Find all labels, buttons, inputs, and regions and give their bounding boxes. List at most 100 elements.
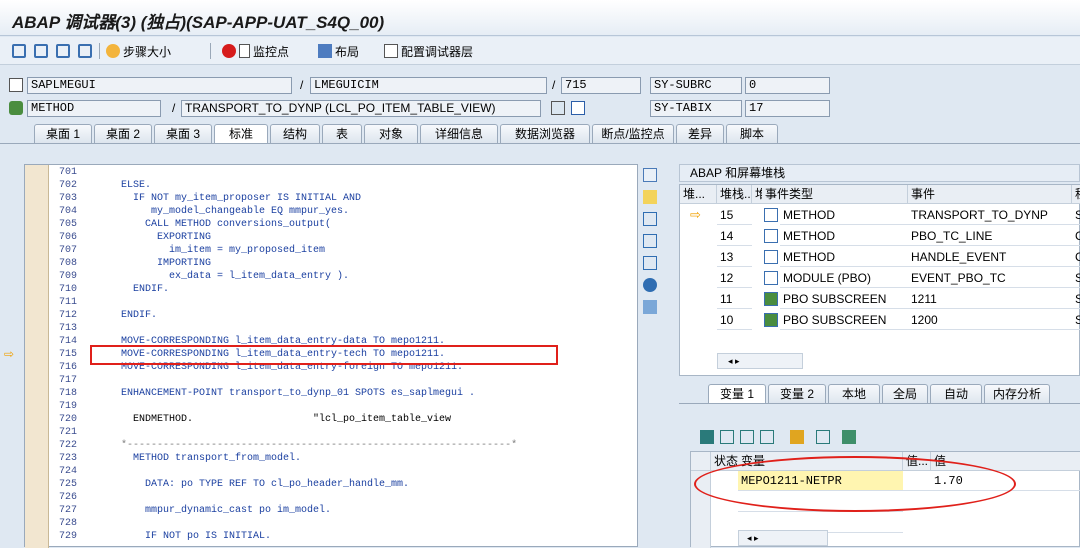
tab-memory-analysis[interactable]: 内存分析: [984, 384, 1050, 404]
continue-button[interactable]: [78, 42, 95, 60]
tool-icon[interactable]: [643, 278, 657, 292]
tool-icon[interactable]: [643, 212, 657, 226]
tab-table[interactable]: 表: [322, 124, 362, 143]
breakpoint-button[interactable]: 监控点: [222, 42, 289, 60]
code-line[interactable]: IF NOT my_item_proposer IS INITIAL AND: [121, 194, 361, 204]
stack-col-header[interactable]: 事件: [908, 185, 1072, 204]
step-into-button[interactable]: [12, 42, 29, 60]
import-icon[interactable]: [740, 430, 754, 444]
tab-local[interactable]: 本地: [828, 384, 880, 404]
code-line[interactable]: IMPORTING: [121, 259, 211, 269]
new-tool-icon[interactable]: [643, 190, 657, 204]
stack-event-cell[interactable]: PBO_TC_LINE: [908, 226, 1072, 246]
stack-program-cell[interactable]: S.: [1072, 310, 1080, 330]
stack-type-cell[interactable]: PBO SUBSCREEN: [780, 310, 908, 330]
highlight-rect: [90, 345, 558, 365]
stack-type-cell[interactable]: METHOD: [780, 205, 908, 225]
stack-event-cell[interactable]: HANDLE_EVENT: [908, 247, 1072, 267]
stack-current-arrow: ⇨: [690, 207, 701, 222]
step-over-button[interactable]: [34, 42, 51, 60]
tab-standard[interactable]: 标准: [214, 124, 268, 144]
step-return-button[interactable]: [56, 42, 73, 60]
stack-col-header[interactable]: 堆...: [680, 185, 717, 204]
stack-type-cell[interactable]: PBO SUBSCREEN: [780, 289, 908, 309]
method-icon: [764, 208, 778, 222]
slash-label: /: [172, 101, 176, 115]
export-icon[interactable]: [816, 430, 830, 444]
code-line[interactable]: my_model_changeable EQ mmpur_yes.: [121, 207, 349, 217]
code-line[interactable]: im_item = my_proposed_item: [121, 246, 325, 256]
stack-program-cell[interactable]: S.: [1072, 268, 1080, 288]
structure-icon[interactable]: [790, 430, 804, 444]
tab-script[interactable]: 脚本: [726, 124, 778, 143]
stack-program-cell[interactable]: S.: [1072, 205, 1080, 225]
tab-diff[interactable]: 差异: [676, 124, 724, 143]
stack-program-cell[interactable]: C: [1072, 247, 1080, 267]
stack-depth-cell[interactable]: 12: [717, 268, 752, 288]
navigate-icon[interactable]: [551, 101, 565, 115]
tab-data-browser[interactable]: 数据浏览器: [500, 124, 590, 143]
tab-desktop-1[interactable]: 桌面 1: [34, 124, 92, 143]
code-line[interactable]: ENDMETHOD. "lcl_po_item_table_view: [121, 415, 451, 425]
editor-gutter[interactable]: [25, 165, 49, 548]
code-line[interactable]: ENDIF.: [121, 311, 157, 321]
tab-details[interactable]: 详细信息: [420, 124, 498, 143]
tab-structure[interactable]: 结构: [270, 124, 320, 143]
stack-depth-cell[interactable]: 10: [717, 310, 752, 330]
stack-type-cell[interactable]: MODULE (PBO): [780, 268, 908, 288]
stack-type-cell[interactable]: METHOD: [780, 226, 908, 246]
code-line[interactable]: ENHANCEMENT-POINT transport_to_dynp_01 S…: [121, 389, 475, 399]
stack-depth-cell[interactable]: 15: [717, 205, 752, 225]
stack-type-cell[interactable]: METHOD: [780, 247, 908, 267]
config-layer-button[interactable]: 配置调试器层: [384, 42, 473, 60]
tab-auto[interactable]: 自动: [930, 384, 982, 404]
close-icon[interactable]: [643, 168, 657, 182]
layout-button[interactable]: 布局: [318, 42, 359, 60]
list-icon[interactable]: [760, 430, 774, 444]
stack-event-cell[interactable]: 1211: [908, 289, 1072, 309]
tab-variables-2[interactable]: 变量 2: [768, 384, 826, 404]
stack-program-cell[interactable]: S.: [1072, 289, 1080, 309]
tab-breakpoints[interactable]: 断点/监控点: [592, 124, 674, 143]
info-icon[interactable]: [571, 101, 585, 115]
stack-col-header[interactable]: 程: [1072, 185, 1080, 204]
code-line[interactable]: mmpur_dynamic_cast po im_model.: [121, 506, 331, 516]
code-line[interactable]: METHOD transport_from_model.: [121, 454, 301, 464]
line-number: 719: [58, 401, 77, 412]
line-number: 728: [58, 518, 77, 529]
stack-event-cell[interactable]: TRANSPORT_TO_DYNP: [908, 205, 1072, 225]
code-line[interactable]: CALL METHOD conversions_output(: [121, 220, 331, 230]
code-line[interactable]: ENDIF.: [121, 285, 169, 295]
slash-label: /: [552, 78, 556, 92]
tool-icon[interactable]: [643, 256, 657, 270]
stack-table[interactable]: 堆... 堆栈... 堆. 事件类型 事件 程 15METHODTRANSPOR…: [679, 184, 1080, 376]
import-icon[interactable]: [720, 430, 734, 444]
tab-variables-1[interactable]: 变量 1: [708, 384, 766, 404]
tool-icon[interactable]: [643, 234, 657, 248]
stack-event-cell[interactable]: EVENT_PBO_TC: [908, 268, 1072, 288]
stack-col-header[interactable]: 事件类型: [762, 185, 908, 204]
tool-icon[interactable]: [643, 300, 657, 314]
delete-icon[interactable]: [700, 430, 714, 444]
tab-desktop-3[interactable]: 桌面 3: [154, 124, 212, 143]
tab-objects[interactable]: 对象: [364, 124, 418, 143]
stack-event-cell[interactable]: 1200: [908, 310, 1072, 330]
desktop-tabs: 桌面 1 桌面 2 桌面 3 标准 结构 表 对象 详细信息 数据浏览器 断点/…: [0, 124, 1080, 144]
stack-hscroll[interactable]: ◂ ▸: [717, 353, 803, 369]
code-line[interactable]: ex_data = l_item_data_entry ).: [121, 272, 349, 282]
step-size-button[interactable]: 步骤大小: [106, 42, 171, 60]
stack-program-cell[interactable]: C: [1072, 226, 1080, 246]
code-line[interactable]: DATA: po TYPE REF TO cl_po_header_handle…: [121, 480, 409, 490]
table-icon[interactable]: [842, 430, 856, 444]
code-line[interactable]: *---------------------------------------…: [121, 441, 517, 451]
code-line[interactable]: IF NOT po IS INITIAL.: [121, 532, 271, 542]
stack-depth-cell[interactable]: 13: [717, 247, 752, 267]
tab-desktop-2[interactable]: 桌面 2: [94, 124, 152, 143]
code-line[interactable]: EXPORTING: [121, 233, 211, 243]
code-line[interactable]: ELSE.: [121, 181, 151, 191]
var-hscroll[interactable]: ◂ ▸: [738, 530, 828, 546]
stack-depth-cell[interactable]: 11: [717, 289, 752, 309]
stack-col-header[interactable]: 堆栈...: [717, 185, 752, 204]
stack-depth-cell[interactable]: 14: [717, 226, 752, 246]
tab-global[interactable]: 全局: [882, 384, 928, 404]
